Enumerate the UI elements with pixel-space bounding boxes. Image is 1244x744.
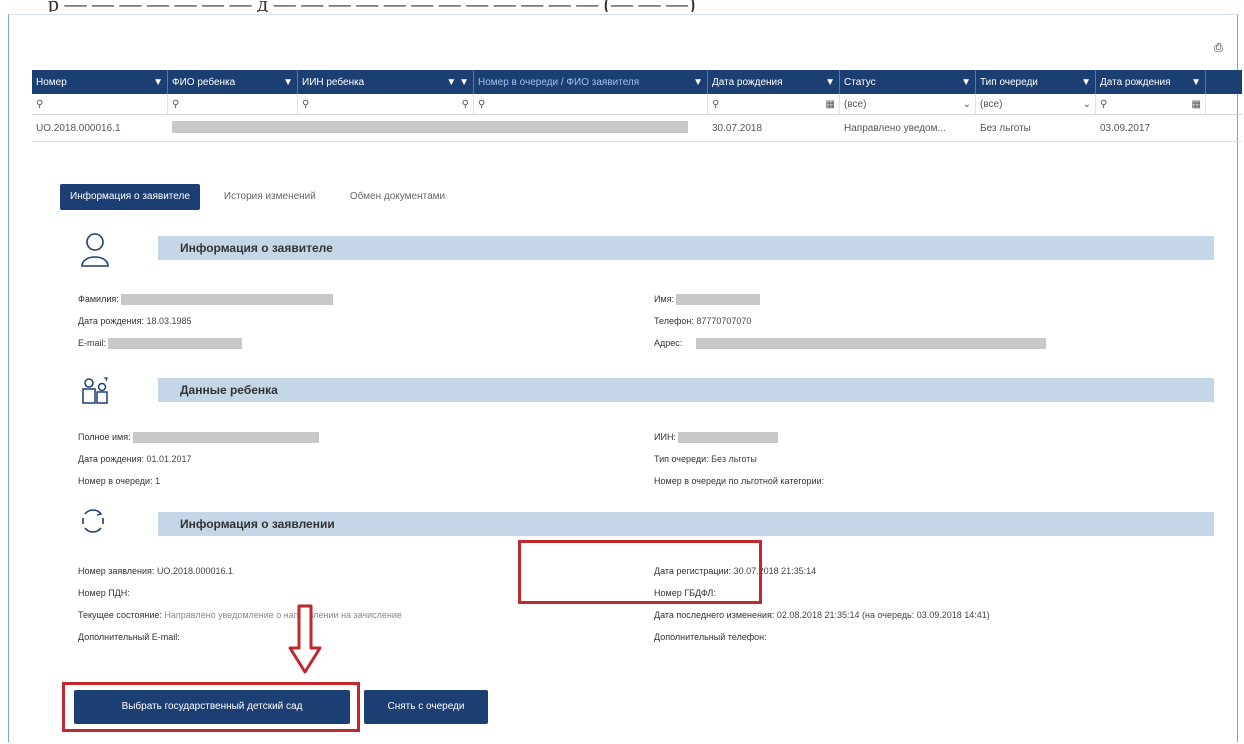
- filter-icon[interactable]: ▼: [825, 77, 835, 88]
- field-app-number: Номер заявления: UO.2018.000016.1: [78, 566, 233, 576]
- field-child-queue-category: Номер в очереди по льготной категории:: [654, 476, 825, 486]
- detail-tabs: Информация о заявителе История изменений…: [60, 184, 455, 210]
- field-applicant-email: E-mail:: [78, 338, 243, 350]
- cell-status: Направлено уведом...: [844, 122, 946, 134]
- cell-queue-type: Без льготы: [980, 122, 1031, 134]
- field-applicant-birth: Дата рождения: 18.03.1985: [78, 316, 192, 326]
- cell-redacted: [168, 120, 708, 136]
- search-icon: ⚲: [172, 98, 180, 110]
- field-name: Имя:: [654, 294, 761, 306]
- document-cycle-icon: [80, 506, 110, 542]
- section-title-application: Информация о заявлении: [158, 512, 1214, 536]
- filter-cell-number[interactable]: ⚲: [32, 94, 168, 114]
- search-icon: ⚲: [1100, 98, 1108, 110]
- chevron-down-icon[interactable]: ⌄: [1083, 99, 1091, 110]
- filter-cell-status[interactable]: (все) ⌄: [840, 94, 976, 114]
- cell-date: 03.09.2017: [1100, 122, 1151, 134]
- arrow-down-icon: [288, 604, 322, 679]
- column-header-child-name[interactable]: ФИО ребенка ▼: [168, 70, 298, 94]
- field-phone: Телефон: 87770707070: [654, 316, 752, 326]
- filter-icon[interactable]: ▼ ▼: [446, 77, 469, 88]
- filter-icon[interactable]: ▼: [153, 77, 163, 88]
- highlight-frame-registration: [518, 540, 762, 604]
- search-icon: ⚲: [478, 98, 486, 110]
- chevron-down-icon[interactable]: ⌄: [963, 99, 971, 110]
- person-icon: [80, 232, 110, 268]
- tab-documents[interactable]: Обмен документами: [340, 184, 455, 210]
- field-child-queue: Номер в очереди: 1: [78, 476, 161, 486]
- filter-cell-date[interactable]: ⚲ ▦: [1096, 94, 1206, 114]
- calendar-icon[interactable]: ▦: [1192, 99, 1201, 110]
- field-surname: Фамилия:: [78, 294, 333, 306]
- field-child-fullname: Полное имя:: [78, 432, 319, 444]
- column-header-status[interactable]: Статус ▼: [840, 70, 976, 94]
- column-header-queue-type[interactable]: Тип очереди ▼: [976, 70, 1096, 94]
- field-address: Адрес:: [654, 338, 1047, 350]
- calendar-icon[interactable]: ▦: [826, 99, 835, 110]
- filter-icon[interactable]: ▼: [1191, 77, 1201, 88]
- table-row[interactable]: UO.2018.000016.1 30.07.2018 Направлено у…: [32, 115, 1242, 142]
- filter-cell-child-iin[interactable]: ⚲ ⚲: [298, 94, 474, 114]
- field-current-status: Текущее состояние: Направлено уведомлени…: [78, 610, 402, 620]
- tab-history[interactable]: История изменений: [214, 184, 326, 210]
- field-extra-phone: Дополнительный телефон:: [654, 632, 767, 642]
- document-text-line: р — — — — — — — д — — — — — — — — — — — …: [0, 0, 1244, 12]
- field-child-iin: ИИН:: [654, 432, 778, 444]
- filter-cell-child-name[interactable]: ⚲: [168, 94, 298, 114]
- filter-icon[interactable]: ▼: [283, 77, 293, 88]
- field-extra-email: Дополнительный E-mail:: [78, 632, 180, 642]
- remove-from-queue-button[interactable]: Снять с очереди: [364, 690, 488, 724]
- search-icon: ⚲: [712, 98, 720, 110]
- cell-number: UO.2018.000016.1: [36, 122, 121, 134]
- search-icon: ⚲: [461, 98, 469, 110]
- field-pdn-number: Номер ПДН:: [78, 588, 130, 598]
- filter-icon[interactable]: ▼: [1081, 77, 1091, 88]
- column-header-number[interactable]: Номер ▼: [32, 70, 168, 94]
- grid-header: Номер ▼ ФИО ребенка ▼ ИИН ребенка ▼ ▼ Номер…: [32, 70, 1242, 94]
- column-header-queue-applicant[interactable]: Номер в очереди / ФИО заявителя ▼: [474, 70, 708, 94]
- filter-icon[interactable]: ▼: [693, 77, 703, 88]
- filter-cell-birth-date[interactable]: ⚲ ▦: [708, 94, 840, 114]
- choose-kindergarten-button[interactable]: Выбрать государственный детский сад: [74, 690, 350, 724]
- column-header-birth-date[interactable]: Дата рождения ▼: [708, 70, 840, 94]
- applications-grid: Номер ▼ ФИО ребенка ▼ ИИН ребенка ▼ ▼ Номер…: [32, 70, 1242, 142]
- child-icon: [80, 376, 110, 412]
- column-header-date[interactable]: Дата рождения ▼: [1096, 70, 1206, 94]
- column-header-child-iin[interactable]: ИИН ребенка ▼ ▼: [298, 70, 474, 94]
- search-icon: ⚲: [302, 98, 310, 110]
- export-icon[interactable]: ⎙: [1214, 42, 1226, 56]
- grid-filter-row: ⚲ ⚲ ⚲ ⚲ ⚲ ⚲ ▦ (все) ⌄ (все) ⌄ ⚲ ▦: [32, 94, 1242, 115]
- filter-cell-queue[interactable]: ⚲: [474, 94, 708, 114]
- section-title-child: Данные ребенка: [158, 378, 1214, 402]
- field-child-birth: Дата рождения: 01.01.2017: [78, 454, 192, 464]
- filter-icon[interactable]: ▼: [961, 77, 971, 88]
- filter-cell-queue-type[interactable]: (все) ⌄: [976, 94, 1096, 114]
- field-last-change: Дата последнего изменения: 02.08.2018 21…: [654, 610, 990, 620]
- tab-applicant-info[interactable]: Информация о заявителе: [60, 184, 200, 210]
- field-child-queue-type: Тип очереди: Без льготы: [654, 454, 757, 464]
- section-title-applicant: Информация о заявителе: [158, 236, 1214, 260]
- cell-birth-date: 30.07.2018: [712, 122, 763, 134]
- search-icon: ⚲: [36, 98, 44, 110]
